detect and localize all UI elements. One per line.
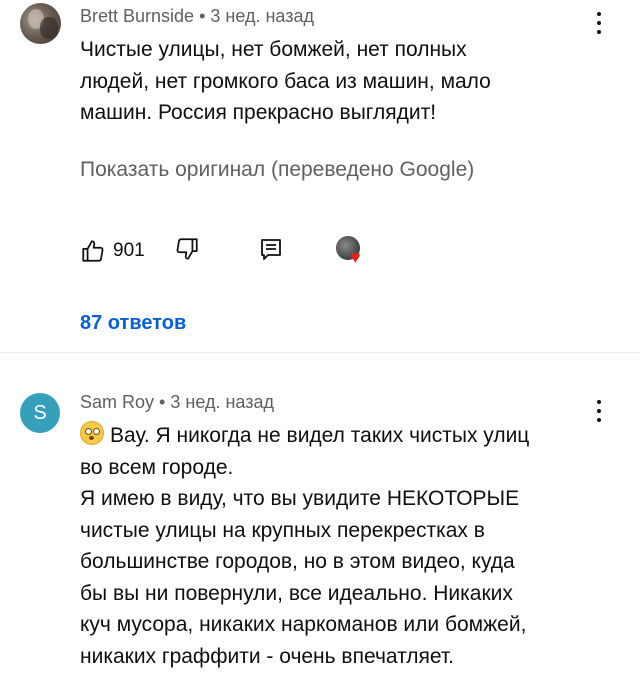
dislike-icon[interactable] bbox=[174, 236, 200, 262]
creator-heart-icon: ♥ bbox=[336, 236, 366, 266]
comment-text-line: бы вы ни повернули, все идеально. Никаки… bbox=[80, 581, 513, 605]
comment-text-line: Вау. Я никогда не видел таких чистых ули… bbox=[80, 420, 529, 452]
like-count: 901 bbox=[113, 240, 145, 261]
comment-time[interactable]: 3 нед. назад bbox=[210, 6, 314, 26]
comment-text: Вау. Я никогда не видел таких чистых ули… bbox=[80, 420, 529, 672]
comment-text-line: людей, нет громкого баса из машин, мало bbox=[80, 69, 491, 93]
avatar[interactable] bbox=[20, 3, 61, 44]
meta-separator: • bbox=[199, 6, 206, 26]
show-original-button[interactable]: Показать оригинал (переведено Google) bbox=[80, 158, 474, 182]
comment-meta: Sam Roy • 3 нед. назад bbox=[80, 392, 274, 413]
comment-text-line: машин. Россия прекрасно выглядит! bbox=[80, 101, 437, 124]
heart-icon: ♥ bbox=[350, 247, 361, 267]
comment-time[interactable]: 3 нед. назад bbox=[170, 392, 274, 412]
more-vert-icon[interactable] bbox=[589, 398, 609, 426]
comment-author[interactable]: Brett Burnside bbox=[80, 6, 194, 26]
comment-text-line: Чистые улицы, нет бомжей, нет полных bbox=[80, 38, 467, 61]
comment-text-line: большинстве городов, но в этом видео, ку… bbox=[80, 550, 515, 573]
divider bbox=[0, 352, 640, 353]
more-vert-icon[interactable] bbox=[589, 10, 609, 38]
comment-text-line: чистые улицы на крупных перекрестках в bbox=[80, 518, 485, 542]
comment-text-line: Я имею в виду, что вы увидите НЕКОТОРЫЕ bbox=[80, 487, 520, 510]
comment-text-line: куч мусора, никаких наркоманов или бомже… bbox=[80, 613, 527, 636]
comment-author[interactable]: Sam Roy bbox=[80, 392, 154, 412]
reply-icon[interactable] bbox=[260, 238, 282, 262]
avatar-letter: S bbox=[33, 402, 47, 424]
meta-separator: • bbox=[159, 392, 166, 412]
comment-meta: Brett Burnside • 3 нед. назад bbox=[80, 6, 314, 27]
flushed-face-emoji-icon bbox=[80, 421, 104, 445]
avatar-photo-detail bbox=[40, 17, 58, 39]
replies-toggle-button[interactable]: 87 ответов bbox=[80, 312, 186, 335]
comment-text-line: никаких граффити - очень впечатляет. bbox=[80, 644, 454, 668]
like-icon[interactable] bbox=[80, 238, 106, 264]
avatar[interactable]: S bbox=[20, 393, 60, 433]
comment-text: Чистые улицы, нет бомжей, нет полных люд… bbox=[80, 34, 491, 129]
comment-text-line: во всем городе. bbox=[80, 455, 234, 479]
